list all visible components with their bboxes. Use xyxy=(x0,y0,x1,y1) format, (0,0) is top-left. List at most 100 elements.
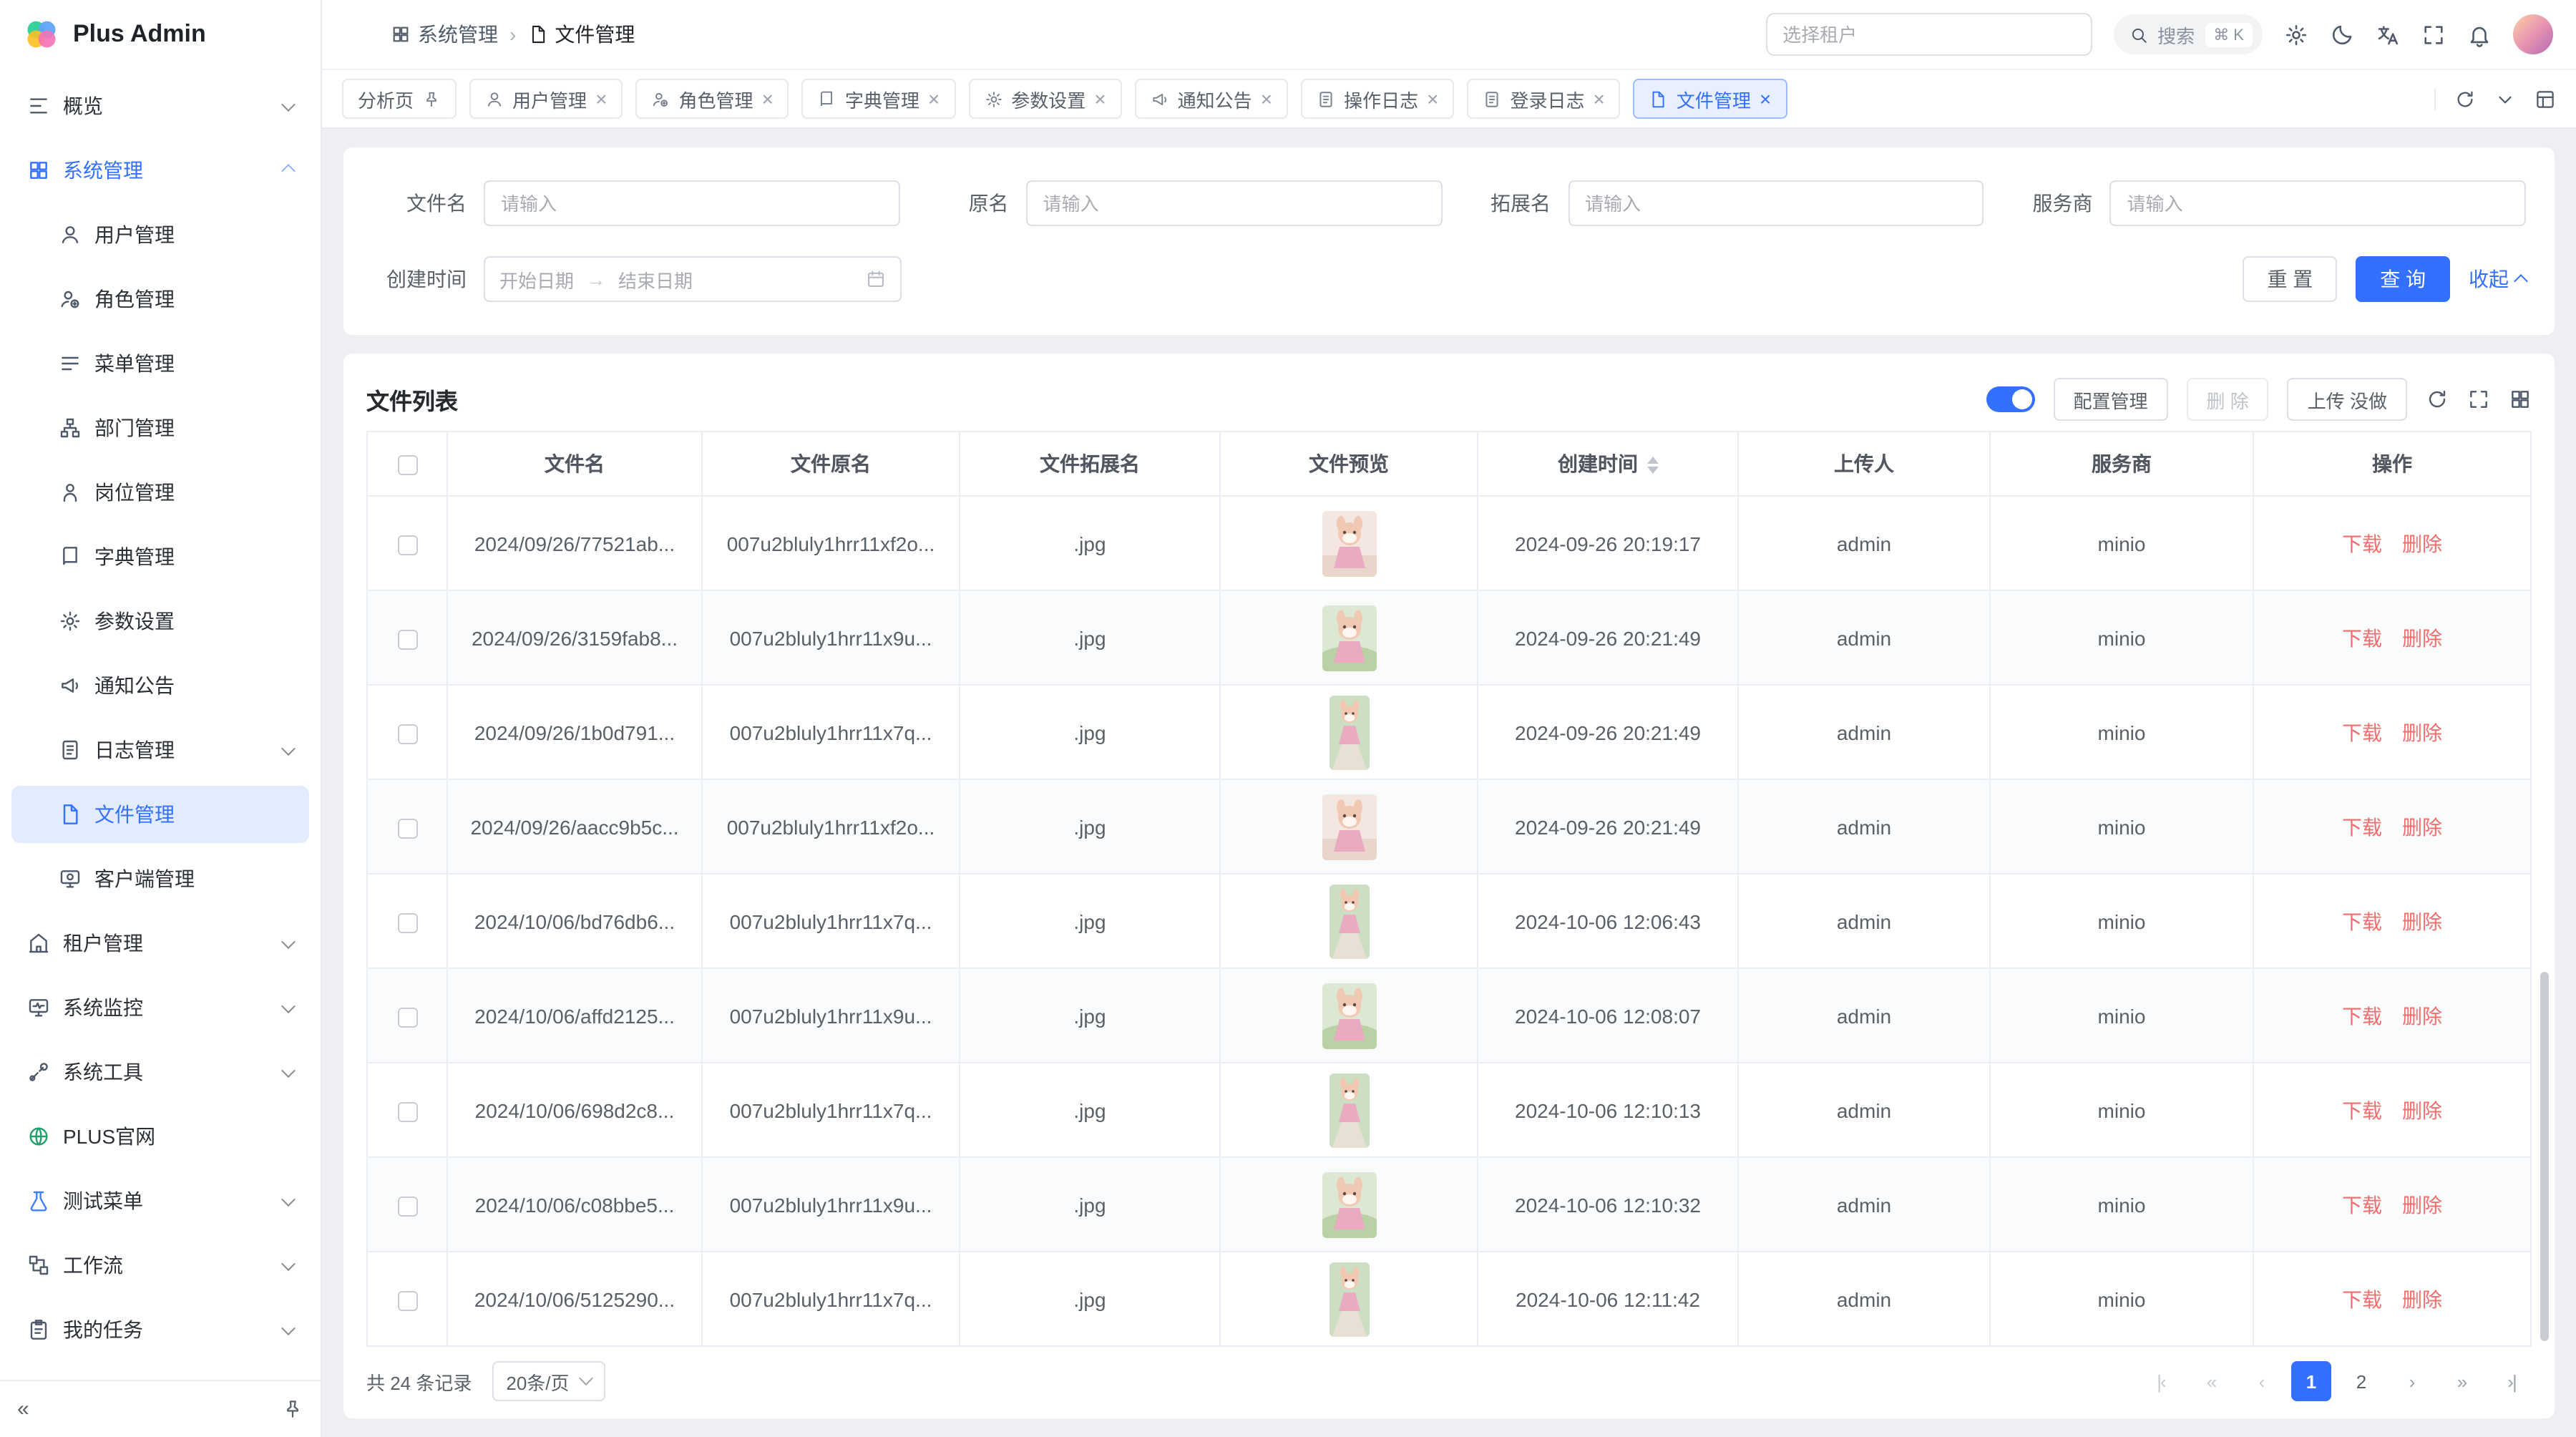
row-checkbox[interactable] xyxy=(397,535,417,555)
delete-link[interactable]: 删除 xyxy=(2402,1004,2442,1027)
reset-button[interactable]: 重 置 xyxy=(2243,256,2337,302)
sidebar-item-overview[interactable]: 概览 xyxy=(11,77,309,135)
tab-notice[interactable]: 通知公告× xyxy=(1135,79,1288,119)
download-link[interactable]: 下载 xyxy=(2342,626,2382,649)
close-tab-icon[interactable]: × xyxy=(1594,89,1605,109)
extension-input[interactable] xyxy=(1568,180,1984,226)
table-row[interactable]: 2024/10/06/c08bbe5... 007u2bluly1hrr11x9… xyxy=(367,1157,2531,1252)
column-settings-icon[interactable] xyxy=(2509,388,2532,411)
breadcrumb-system-management[interactable]: 系统管理 xyxy=(391,20,498,49)
delete-link[interactable]: 删除 xyxy=(2402,815,2442,838)
fullscreen-icon[interactable] xyxy=(2421,22,2446,47)
sidebar-item-system-tools[interactable]: 系统工具 xyxy=(11,1043,309,1101)
file-preview-thumbnail[interactable] xyxy=(1329,884,1369,958)
download-link[interactable]: 下载 xyxy=(2342,1099,2382,1121)
row-checkbox[interactable] xyxy=(397,724,417,744)
breadcrumb-file-management[interactable]: 文件管理 xyxy=(527,20,635,49)
border-toggle-switch[interactable] xyxy=(1986,386,2034,412)
page-number-button[interactable]: 2 xyxy=(2341,1361,2381,1401)
delete-link[interactable]: 删除 xyxy=(2402,721,2442,744)
origin-name-input[interactable] xyxy=(1026,180,1443,226)
download-link[interactable]: 下载 xyxy=(2342,1287,2382,1310)
page-number-button[interactable]: 1 xyxy=(2291,1361,2331,1401)
sidebar-item-gitee-record[interactable]: gitee记录 xyxy=(11,1365,309,1380)
dark-mode-moon-icon[interactable] xyxy=(2330,22,2354,47)
close-tab-icon[interactable]: × xyxy=(1261,89,1272,109)
settings-gear-icon[interactable] xyxy=(2284,22,2308,47)
prev-group-button[interactable]: « xyxy=(2191,1361,2231,1401)
sidebar-item-system-management[interactable]: 系统管理 xyxy=(11,142,309,199)
row-checkbox[interactable] xyxy=(397,912,417,932)
table-row[interactable]: 2024/10/06/bd76db6... 007u2bluly1hrr11x7… xyxy=(367,874,2531,968)
tab-file-management[interactable]: 文件管理× xyxy=(1634,79,1787,119)
download-link[interactable]: 下载 xyxy=(2342,1004,2382,1027)
sidebar-item-role-management[interactable]: 角色管理 xyxy=(11,271,309,328)
menu-fold-icon[interactable] xyxy=(345,21,371,47)
sidebar-item-workflow[interactable]: 工作流 xyxy=(11,1237,309,1294)
row-checkbox[interactable] xyxy=(397,1196,417,1216)
sidebar-item-system-monitor[interactable]: 系统监控 xyxy=(11,979,309,1036)
provider-input[interactable] xyxy=(2110,180,2527,226)
download-link[interactable]: 下载 xyxy=(2342,532,2382,555)
delete-link[interactable]: 删除 xyxy=(2402,1287,2442,1310)
tenant-select-input[interactable] xyxy=(1765,13,2092,56)
file-preview-thumbnail[interactable] xyxy=(1322,983,1376,1048)
delete-link[interactable]: 删除 xyxy=(2402,1193,2442,1216)
close-tab-icon[interactable]: × xyxy=(1094,89,1106,109)
tab-dictionary-management[interactable]: 字典管理× xyxy=(802,79,955,119)
tab-analysis[interactable]: 分析页 xyxy=(342,79,457,119)
pin-icon[interactable] xyxy=(422,89,441,108)
delete-button[interactable]: 删 除 xyxy=(2187,378,2269,421)
table-row[interactable]: 2024/09/26/3159fab8... 007u2bluly1hrr11x… xyxy=(367,590,2531,685)
file-preview-thumbnail[interactable] xyxy=(1329,1262,1369,1336)
file-preview-thumbnail[interactable] xyxy=(1322,510,1376,576)
delete-link[interactable]: 删除 xyxy=(2402,1099,2442,1121)
sidebar-item-client-management[interactable]: 客户端管理 xyxy=(11,850,309,907)
download-link[interactable]: 下载 xyxy=(2342,721,2382,744)
sidebar-item-user-management[interactable]: 用户管理 xyxy=(11,206,309,263)
query-button[interactable]: 查 询 xyxy=(2356,256,2450,302)
next-page-button[interactable]: › xyxy=(2391,1361,2431,1401)
sidebar-item-parameter-settings[interactable]: 参数设置 xyxy=(11,593,309,650)
row-checkbox[interactable] xyxy=(397,1007,417,1027)
download-link[interactable]: 下载 xyxy=(2342,1193,2382,1216)
close-tab-icon[interactable]: × xyxy=(761,89,773,109)
file-name-input[interactable] xyxy=(484,180,900,226)
row-checkbox[interactable] xyxy=(397,1101,417,1121)
sidebar-item-post-management[interactable]: 岗位管理 xyxy=(11,464,309,521)
first-page-button[interactable]: |‹ xyxy=(2141,1361,2181,1401)
user-avatar[interactable] xyxy=(2513,14,2553,54)
column-header-create-time[interactable]: 创建时间 xyxy=(1478,432,1738,496)
pin-sidebar-icon[interactable] xyxy=(282,1398,303,1420)
table-scrollbar-thumb[interactable] xyxy=(2540,972,2549,1341)
sidebar-item-notice[interactable]: 通知公告 xyxy=(11,657,309,714)
upload-button[interactable]: 上传 没做 xyxy=(2288,378,2407,421)
chevron-down-icon[interactable] xyxy=(2494,88,2516,109)
sidebar-collapse-button[interactable]: « xyxy=(17,1397,29,1421)
refresh-table-icon[interactable] xyxy=(2426,388,2449,411)
row-checkbox[interactable] xyxy=(397,1290,417,1310)
delete-link[interactable]: 删除 xyxy=(2402,532,2442,555)
table-row[interactable]: 2024/10/06/5125290... 007u2bluly1hrr11x7… xyxy=(367,1252,2531,1346)
close-tab-icon[interactable]: × xyxy=(595,89,607,109)
sidebar-item-test-menu[interactable]: 测试菜单 xyxy=(11,1172,309,1229)
sidebar-item-my-tasks[interactable]: 我的任务 xyxy=(11,1301,309,1358)
prev-page-button[interactable]: ‹ xyxy=(2241,1361,2281,1401)
file-preview-thumbnail[interactable] xyxy=(1322,1171,1376,1237)
last-page-button[interactable]: ›| xyxy=(2492,1361,2532,1401)
language-translate-icon[interactable] xyxy=(2376,22,2400,47)
table-row[interactable]: 2024/09/26/77521ab... 007u2bluly1hrr11xf… xyxy=(367,496,2531,590)
close-tab-icon[interactable]: × xyxy=(1760,89,1771,109)
file-preview-thumbnail[interactable] xyxy=(1329,1073,1369,1147)
table-row[interactable]: 2024/09/26/1b0d791... 007u2bluly1hrr11x7… xyxy=(367,685,2531,779)
close-tab-icon[interactable]: × xyxy=(1427,89,1438,109)
table-row[interactable]: 2024/09/26/aacc9b5c... 007u2bluly1hrr11x… xyxy=(367,779,2531,874)
config-management-button[interactable]: 配置管理 xyxy=(2053,378,2167,421)
tab-user-management[interactable]: 用户管理× xyxy=(469,79,623,119)
sidebar-item-file-management[interactable]: 文件管理 xyxy=(11,786,309,843)
download-link[interactable]: 下载 xyxy=(2342,910,2382,932)
sidebar-item-dictionary-management[interactable]: 字典管理 xyxy=(11,528,309,585)
page-size-select[interactable]: 20条/页 xyxy=(492,1361,605,1401)
sidebar-item-department-management[interactable]: 部门管理 xyxy=(11,399,309,457)
delete-link[interactable]: 删除 xyxy=(2402,910,2442,932)
